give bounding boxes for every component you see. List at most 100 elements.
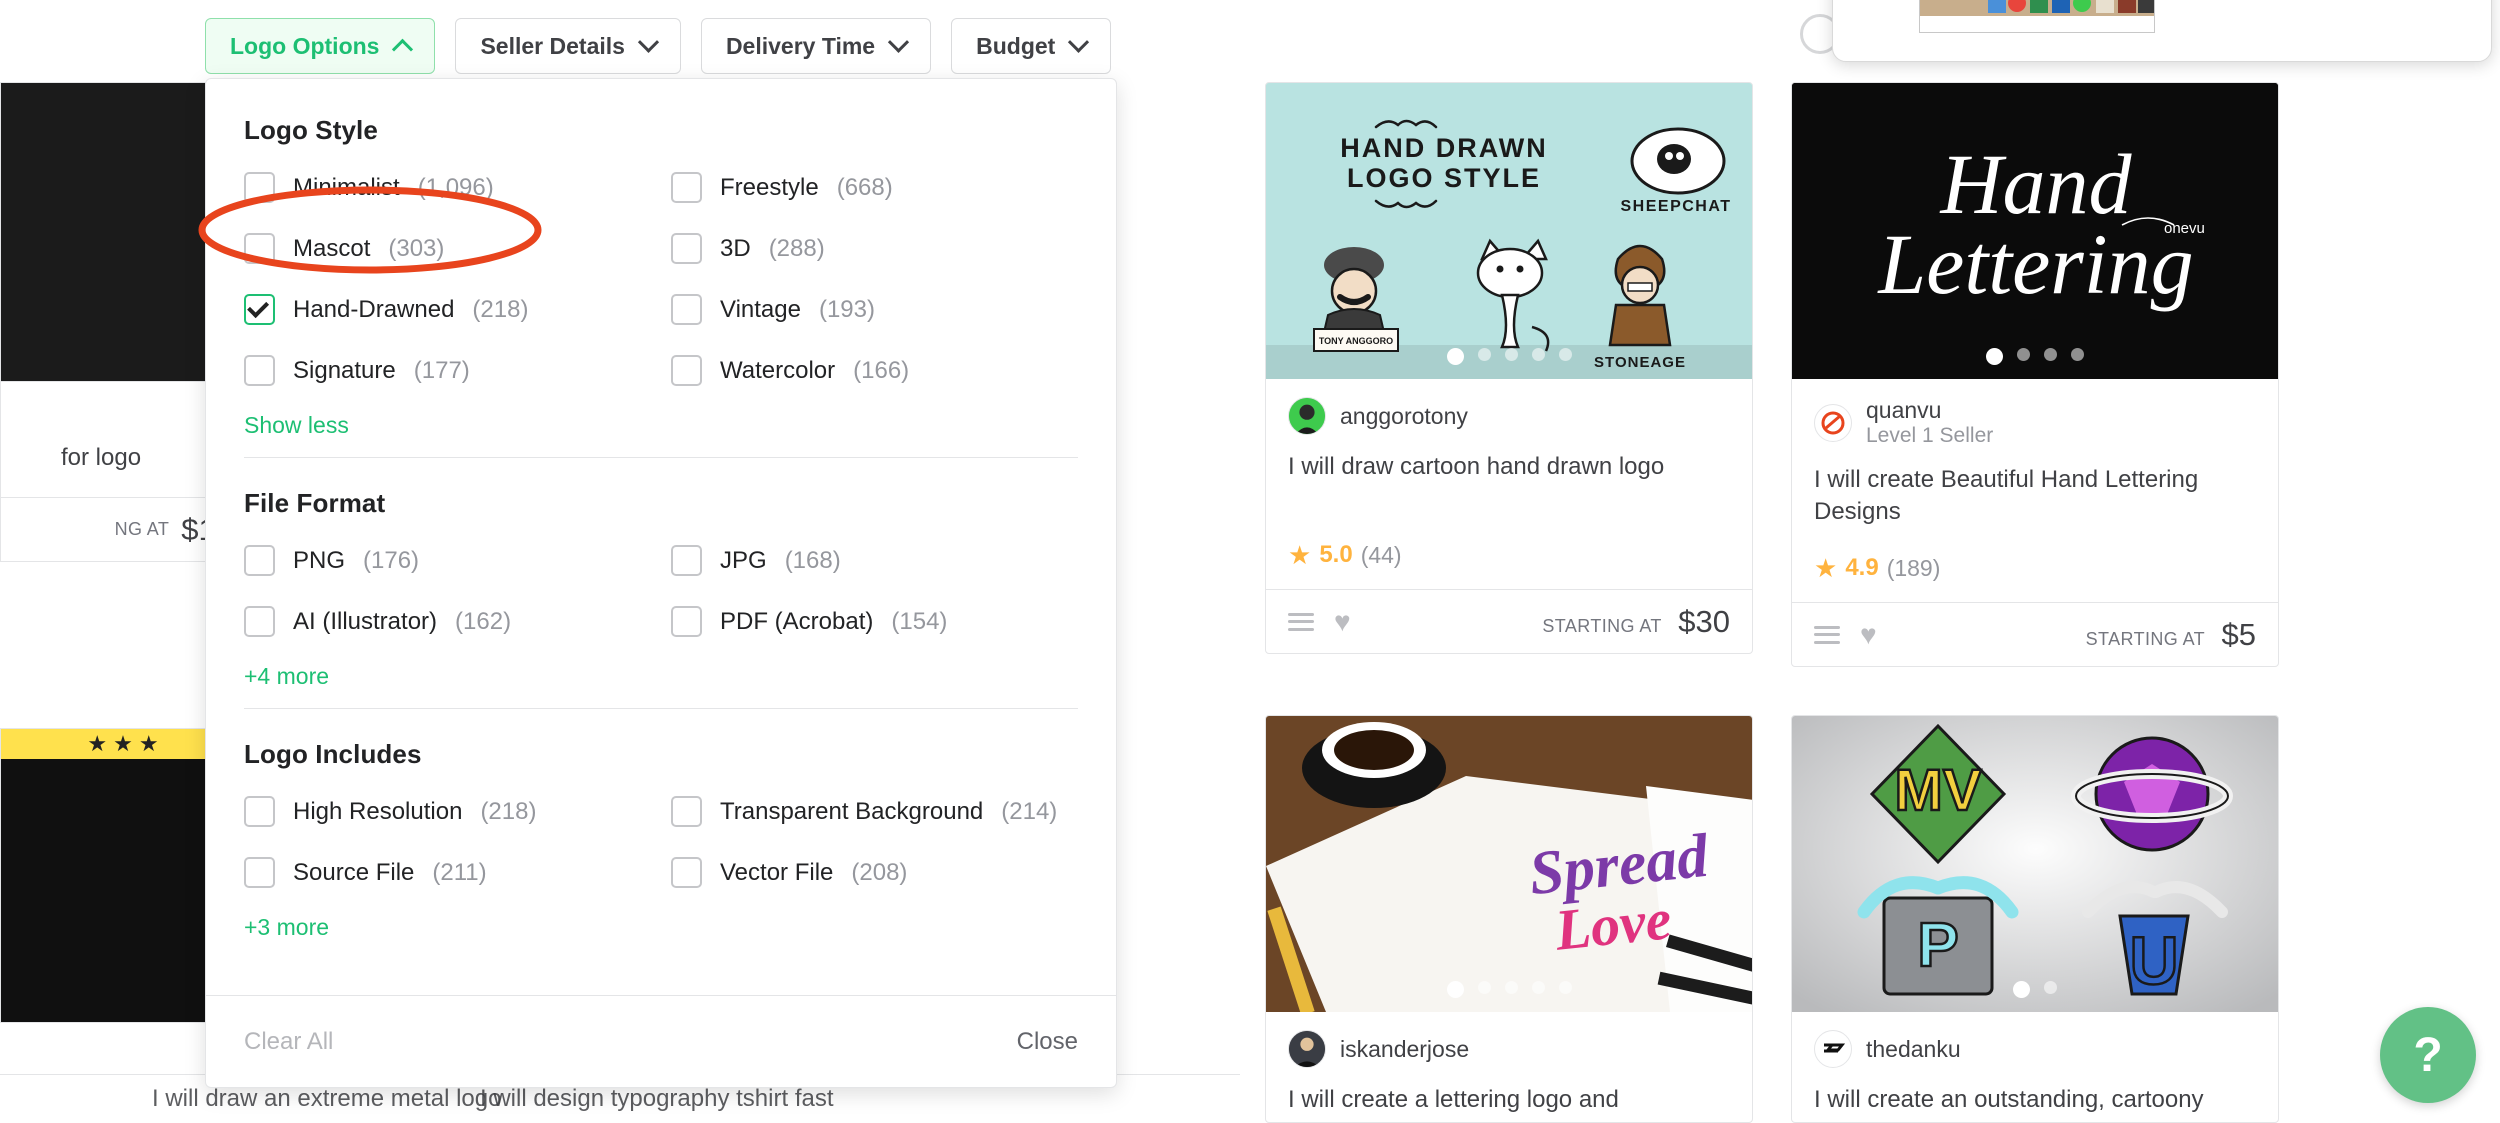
carousel-dot[interactable] (1446, 348, 1464, 365)
checkbox-box[interactable] (671, 233, 702, 264)
checkbox-box[interactable] (244, 355, 275, 386)
checkbox-box[interactable] (671, 294, 702, 325)
carousel-dot[interactable] (2044, 348, 2057, 361)
checkbox-freestyle[interactable]: Freestyle (668) (671, 172, 1078, 203)
rating: ★ 4.9 (189) (1814, 554, 2256, 596)
thumbnail-carousel-dots[interactable] (1266, 348, 1752, 365)
checkbox-mascot[interactable]: Mascot (303) (244, 233, 651, 264)
avatar[interactable] (1814, 403, 1852, 442)
filter-budget-button[interactable]: Budget (951, 18, 1112, 74)
chevron-down-icon (637, 31, 660, 53)
filter-seller-details-button[interactable]: Seller Details (455, 18, 681, 74)
gig-thumbnail[interactable]: Hand Lettering onevu (1792, 83, 2278, 379)
panel-footer: Clear All Close (206, 995, 1116, 1087)
carousel-dot[interactable] (1477, 348, 1491, 361)
checkbox-jpg[interactable]: JPG (168) (671, 545, 1078, 576)
gig-card[interactable]: Spread Love iskanderjose I will create a… (1265, 715, 1753, 1123)
checkbox-transparent-background[interactable]: Transparent Background (214) (671, 796, 1078, 827)
seller-name[interactable]: anggorotony (1340, 403, 1468, 430)
checkbox-box[interactable] (244, 796, 275, 827)
checkbox-minimalist[interactable]: Minimalist (1,096) (244, 172, 651, 203)
checkbox-label: Signature (293, 356, 396, 384)
checkbox-png[interactable]: PNG (176) (244, 545, 651, 576)
checkbox-ai-illustrator[interactable]: AI (Illustrator) (162) (244, 606, 651, 637)
carousel-dot[interactable] (1531, 348, 1545, 361)
heart-icon[interactable]: ♥ (1860, 620, 1877, 649)
checkbox-3d[interactable]: 3D (288) (671, 233, 1078, 264)
screenshot-thumbnail[interactable] (1919, 0, 2155, 33)
seller-name[interactable]: thedanku (1866, 1036, 1961, 1063)
seller-level: Level 1 Seller (1866, 424, 1994, 447)
checkbox-box[interactable] (671, 172, 702, 203)
checkbox-box[interactable] (671, 545, 702, 576)
collections-icon[interactable] (1288, 612, 1314, 631)
carousel-dot[interactable] (1504, 348, 1518, 361)
carousel-dot[interactable] (1477, 981, 1491, 994)
more-file-formats-link[interactable]: +4 more (244, 663, 329, 690)
checkbox-high-resolution[interactable]: High Resolution (218) (244, 796, 651, 827)
checkbox-source-file[interactable]: Source File (211) (244, 857, 651, 888)
checkbox-box[interactable] (671, 857, 702, 888)
show-less-link[interactable]: Show less (244, 412, 349, 439)
checkbox-count: (668) (836, 173, 893, 201)
checkbox-box[interactable] (244, 606, 275, 637)
carousel-dot[interactable] (1558, 981, 1572, 994)
help-button[interactable]: ? (2380, 1007, 2476, 1103)
gig-title[interactable]: I will create Beautiful Hand Lettering D… (1814, 464, 2256, 528)
avatar[interactable] (1288, 397, 1326, 435)
checkbox-hand-drawned[interactable]: Hand-Drawned (218) (244, 294, 651, 325)
checkbox-box[interactable] (671, 606, 702, 637)
seller-name[interactable]: iskanderjose (1340, 1036, 1469, 1063)
carousel-dot[interactable] (2013, 981, 2030, 998)
gig-card[interactable]: MV P U thedanku I will create an outstan… (1791, 715, 2279, 1123)
thumbnail-carousel-dots[interactable] (1792, 981, 2278, 998)
gig-thumbnail[interactable]: HAND DRAWN LOGO STYLE SHEEPCHAT TONY ANG… (1266, 83, 1752, 379)
carousel-dot[interactable] (1558, 348, 1572, 361)
checkbox-signature[interactable]: Signature (177) (244, 355, 651, 386)
checkbox-count: (154) (891, 607, 948, 635)
starting-at-label: STARTING AT (1542, 615, 1662, 636)
seller-info[interactable]: iskanderjose (1288, 1030, 1730, 1068)
carousel-dot[interactable] (1504, 981, 1518, 994)
seller-name[interactable]: quanvu (1866, 397, 1993, 424)
carousel-dot[interactable] (2044, 981, 2057, 994)
avatar[interactable] (1814, 1030, 1852, 1068)
gig-card[interactable]: Hand Lettering onevu quanvu Level 1 Sell… (1791, 82, 2279, 668)
checkbox-box[interactable] (244, 294, 275, 325)
clear-all-button[interactable]: Clear All (244, 1028, 333, 1056)
gig-card[interactable]: HAND DRAWN LOGO STYLE SHEEPCHAT TONY ANG… (1265, 82, 1753, 654)
thumbnail-carousel-dots[interactable] (1266, 981, 1752, 998)
carousel-dot[interactable] (1531, 981, 1545, 994)
carousel-dot[interactable] (2071, 348, 2084, 361)
gig-thumbnail[interactable]: MV P U (1792, 716, 2278, 1012)
checkbox-vector-file[interactable]: Vector File (208) (671, 857, 1078, 888)
checkbox-watercolor[interactable]: Watercolor (166) (671, 355, 1078, 386)
checkbox-box[interactable] (244, 233, 275, 264)
more-logo-includes-link[interactable]: +3 more (244, 914, 329, 941)
gig-thumbnail[interactable]: Spread Love (1266, 716, 1752, 1012)
checkbox-box[interactable] (244, 172, 275, 203)
checkbox-pdf-acrobat[interactable]: PDF (Acrobat) (154) (671, 606, 1078, 637)
avatar[interactable] (1288, 1030, 1326, 1068)
heart-icon[interactable]: ♥ (1334, 607, 1351, 636)
seller-info[interactable]: anggorotony (1288, 397, 1730, 435)
gig-title[interactable]: I will create an outstanding, cartoony (1814, 1084, 2256, 1122)
thumbnail-carousel-dots[interactable] (1792, 348, 2278, 365)
gig-title[interactable]: I will draw cartoon hand drawn logo (1288, 451, 1730, 515)
filter-delivery-time-button[interactable]: Delivery Time (700, 18, 932, 74)
close-button[interactable]: Close (1017, 1028, 1078, 1056)
seller-info[interactable]: quanvu Level 1 Seller (1814, 397, 2256, 448)
checkbox-box[interactable] (671, 796, 702, 827)
checkbox-box[interactable] (244, 545, 275, 576)
collections-icon[interactable] (1814, 625, 1840, 644)
filter-logo-options-button[interactable]: Logo Options (205, 18, 436, 74)
carousel-dot[interactable] (1986, 348, 2003, 365)
gig-title[interactable]: I will create a lettering logo and (1288, 1084, 1730, 1122)
checkbox-box[interactable] (244, 857, 275, 888)
checkbox-box[interactable] (671, 355, 702, 386)
carousel-dot[interactable] (1446, 981, 1464, 998)
checkbox-vintage[interactable]: Vintage (193) (671, 294, 1078, 325)
seller-info[interactable]: thedanku (1814, 1030, 2256, 1068)
carousel-dot[interactable] (2017, 348, 2030, 361)
screenshot-capture-preview[interactable] (1832, 0, 2492, 62)
